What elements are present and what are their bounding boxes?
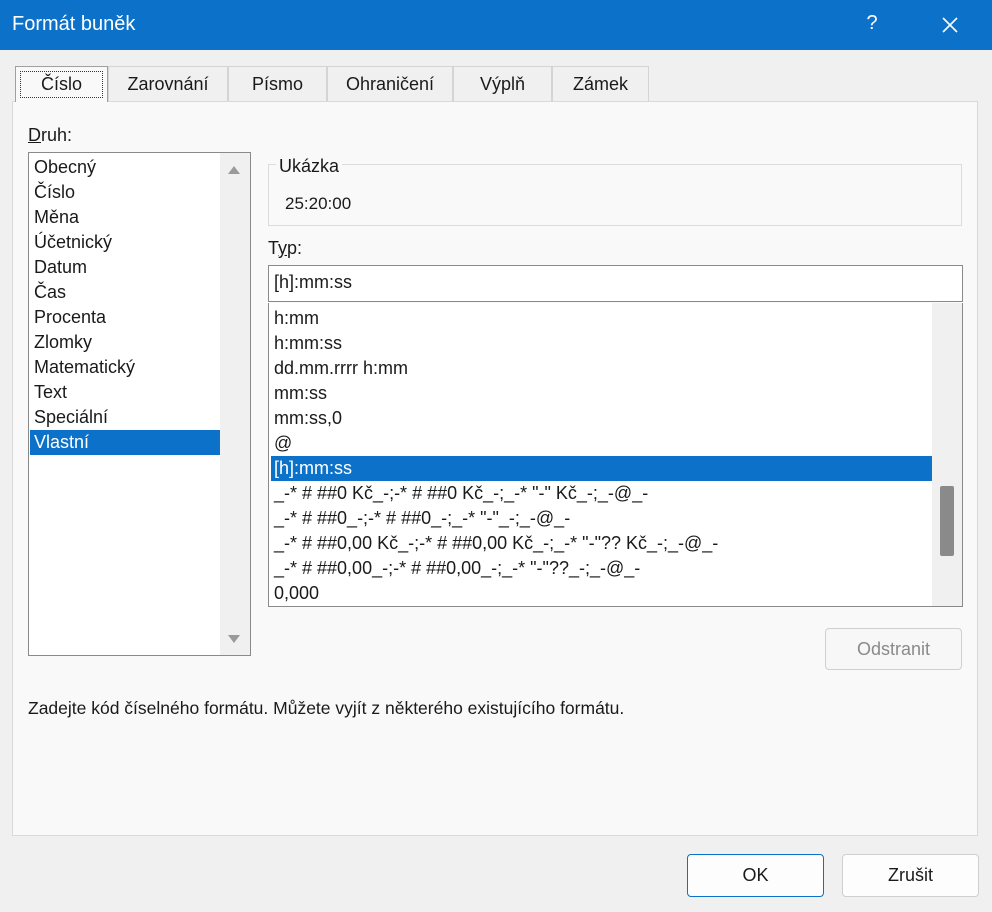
scroll-up-icon[interactable] <box>228 166 240 174</box>
sample-value: 25:20:00 <box>285 194 352 213</box>
list-item[interactable]: Zlomky <box>30 330 220 355</box>
list-item[interactable]: Speciální <box>30 405 220 430</box>
sample-legend: Ukázka <box>276 156 343 177</box>
list-item[interactable]: Číslo <box>30 180 220 205</box>
list-item[interactable]: @ <box>271 431 932 456</box>
list-item[interactable]: Čas <box>30 280 220 305</box>
format-scrollbar[interactable] <box>932 303 962 606</box>
scroll-thumb[interactable] <box>940 486 954 556</box>
list-item[interactable]: Procenta <box>30 305 220 330</box>
type-label: Typ: <box>268 238 303 258</box>
list-item[interactable]: _-* # ##0_-;-* # ##0_-;_-* "-"_-;_-@_- <box>271 506 932 531</box>
delete-button[interactable]: Odstranit <box>825 628 962 670</box>
list-item[interactable]: 0,000 <box>271 581 932 606</box>
list-item[interactable]: h:mm <box>271 306 932 331</box>
list-item[interactable]: Matematický <box>30 355 220 380</box>
title-bar: Formát buněk ? <box>0 0 992 50</box>
list-item[interactable]: mm:ss <box>271 381 932 406</box>
tab-cislo[interactable]: Číslo <box>15 66 108 102</box>
tab-zamek[interactable]: Zámek <box>552 66 649 102</box>
category-list[interactable]: Obecný Číslo Měna Účetnický Datum Čas Pr… <box>28 152 251 656</box>
dialog-title: Formát buněk <box>12 13 136 35</box>
cancel-button[interactable]: Zrušit <box>842 854 979 897</box>
list-item[interactable]: _-* # ##0,00_-;-* # ##0,00_-;_-* "-"??_-… <box>271 556 932 581</box>
list-item-selected[interactable]: Vlastní <box>30 430 220 455</box>
hint-text: Zadejte kód číselného formátu. Můžete vy… <box>28 698 625 718</box>
list-item[interactable]: Měna <box>30 205 220 230</box>
list-item-selected[interactable]: [h]:mm:ss <box>271 456 932 481</box>
list-item[interactable]: _-* # ##0,00 Kč_-;-* # ##0,00 Kč_-;_-* "… <box>271 531 932 556</box>
ok-button[interactable]: OK <box>687 854 824 897</box>
format-list[interactable]: h:mm h:mm:ss dd.mm.rrrr h:mm mm:ss mm:ss… <box>268 303 963 607</box>
type-input[interactable]: [h]:mm:ss <box>268 265 963 302</box>
category-scrollbar[interactable] <box>220 153 250 655</box>
tab-ohraniceni[interactable]: Ohraničení <box>327 66 453 102</box>
list-item[interactable]: mm:ss,0 <box>271 406 932 431</box>
list-item[interactable]: Účetnický <box>30 230 220 255</box>
close-icon[interactable] <box>936 11 964 39</box>
category-label: Druh: <box>28 125 73 145</box>
list-item[interactable]: dd.mm.rrrr h:mm <box>271 356 932 381</box>
list-item[interactable]: Text <box>30 380 220 405</box>
list-item[interactable]: _-* # ##0 Kč_-;-* # ##0 Kč_-;_-* "-" Kč_… <box>271 481 932 506</box>
sample-group <box>268 164 962 226</box>
list-item[interactable]: Obecný <box>30 155 220 180</box>
help-button[interactable]: ? <box>862 12 882 35</box>
tab-zarovnani[interactable]: Zarovnání <box>108 66 228 102</box>
list-item[interactable]: h:mm:ss <box>271 331 932 356</box>
list-item[interactable]: Datum <box>30 255 220 280</box>
tab-pismo[interactable]: Písmo <box>228 66 327 102</box>
scroll-down-icon[interactable] <box>228 635 240 643</box>
tab-vypln[interactable]: Výplň <box>453 66 552 102</box>
